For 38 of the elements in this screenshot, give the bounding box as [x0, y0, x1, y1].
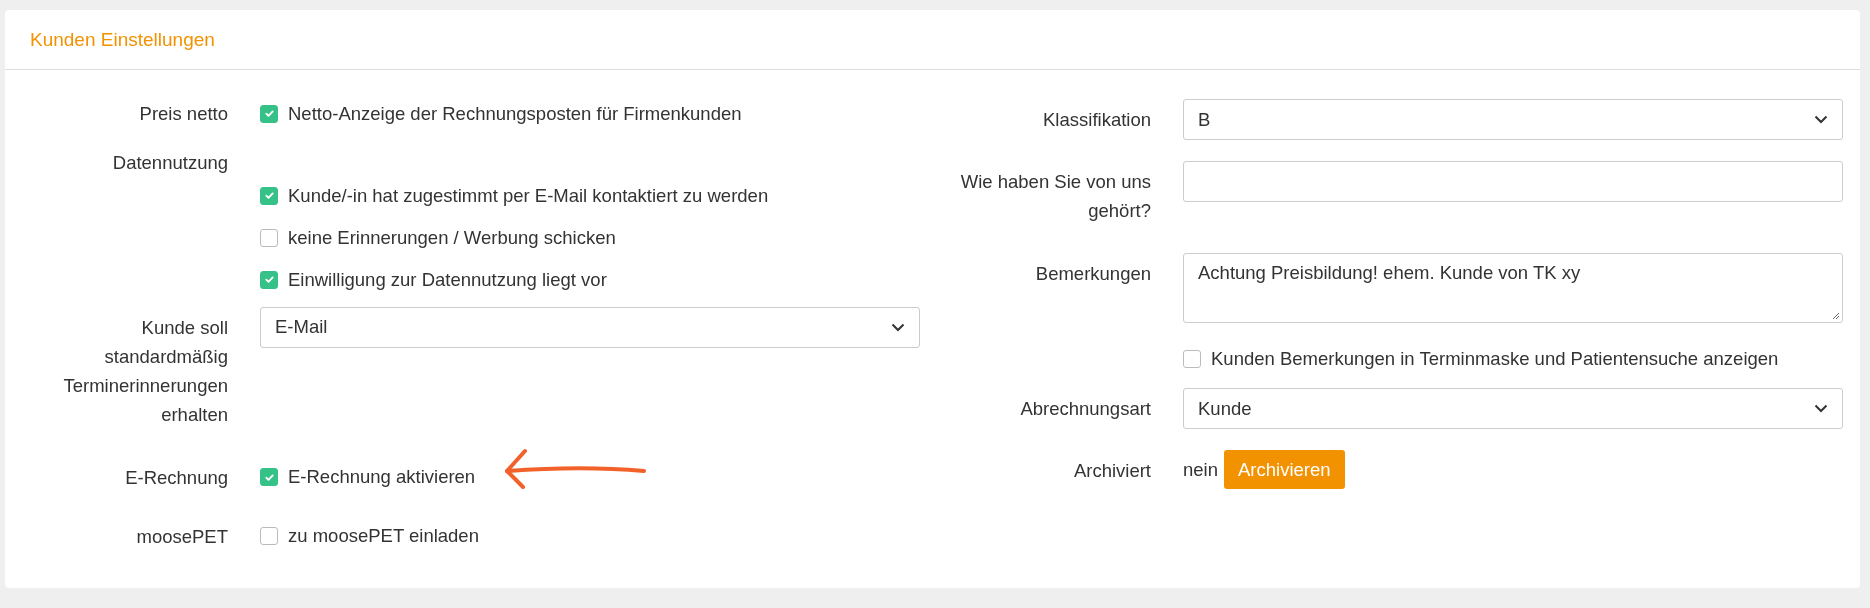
checkbox[interactable] [260, 468, 278, 486]
checkbox-option[interactable]: Einwilligung zur Datennutzung liegt vor [260, 265, 920, 294]
panel-title: Kunden Einstellungen [30, 28, 215, 51]
field-label: Abrechnungsart [1020, 398, 1151, 419]
select-field[interactable]: Kunde [1183, 388, 1843, 429]
checkbox-option[interactable]: Netto-Anzeige der Rechnungsposten für Firmenkunden [260, 99, 920, 128]
field-label: moosePET [136, 524, 228, 549]
checkbox-option[interactable]: E-Rechnung aktivieren [260, 462, 920, 492]
checkbox-option[interactable]: zu moosePET einladen [260, 521, 920, 551]
check-icon [263, 274, 275, 285]
field-label: Datennutzung [112, 151, 228, 175]
checkbox-option[interactable]: keine Erinnerungen / Werbung schicken [260, 223, 920, 252]
text-field[interactable] [1183, 161, 1843, 202]
field-label: Bemerkungen [1035, 263, 1151, 284]
checkbox[interactable] [260, 527, 278, 545]
check-icon [263, 108, 275, 119]
field-label: Wie haben Sie von uns gehört? [960, 171, 1151, 221]
text-area[interactable]: Achtung Preisbildung! ehem. Kunde von TK xy [1183, 253, 1843, 323]
chevron-down-icon [1814, 404, 1828, 413]
chevron-down-icon [1814, 115, 1828, 124]
checkbox[interactable] [260, 228, 278, 247]
check-icon [263, 190, 275, 201]
select-field[interactable]: B [1183, 99, 1843, 140]
field-label: Kunde soll standardmäßig Terminerinnerungen erhalten [62, 315, 228, 427]
field-label: E-Rechnung [125, 465, 228, 490]
field-label: Klassifikation [1043, 109, 1151, 130]
checkbox[interactable] [1183, 349, 1201, 368]
field-label: Preis netto [139, 102, 228, 126]
status-value: nein [1183, 458, 1218, 481]
chevron-down-icon [891, 322, 905, 332]
checkbox-option[interactable]: Kunden Bemerkungen in Terminmaske und Patientensuche anzeigen [1183, 344, 1843, 373]
checkbox[interactable] [260, 104, 278, 123]
field-label: Archiviert [1073, 460, 1151, 481]
select-field[interactable]: E-Mail [260, 306, 920, 348]
resize-grip-icon [1832, 312, 1840, 320]
checkbox[interactable] [260, 270, 278, 289]
checkbox-option[interactable]: Kunde/-in hat zugestimmt per E-Mail kontaktiert zu werden [260, 181, 920, 210]
checkbox[interactable] [260, 186, 278, 205]
